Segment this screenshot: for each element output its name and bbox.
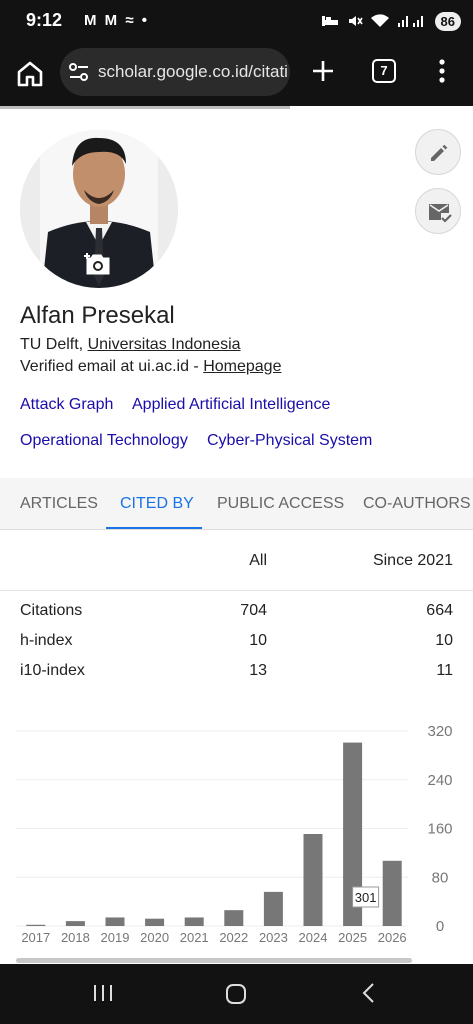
recent-apps-icon	[94, 985, 112, 1001]
bar	[303, 833, 323, 926]
status-time: 9:12	[26, 10, 63, 30]
bed-icon	[321, 14, 339, 28]
tab-switcher-button[interactable]: 7	[372, 59, 396, 83]
pencil-icon	[431, 144, 448, 161]
bar-tooltip-label: 301	[355, 890, 377, 905]
tab-articles[interactable]: ARTICLES	[20, 495, 98, 513]
y-tick-label: 80	[432, 869, 449, 886]
bar	[65, 921, 85, 926]
signal-icon	[397, 14, 427, 28]
site-settings-icon[interactable]	[68, 62, 90, 82]
bar	[184, 917, 204, 926]
interest-link[interactable]: Attack Graph	[20, 396, 113, 414]
interest-link[interactable]: Operational Technology	[20, 432, 188, 450]
y-tick-label: 320	[427, 723, 452, 740]
tab-co-authors[interactable]: CO-AUTHORS	[363, 495, 471, 513]
status-bar: 9:12 M M ≈ • 86	[0, 0, 473, 42]
system-nav-bar	[0, 964, 473, 1024]
bar	[145, 918, 165, 926]
bar	[26, 924, 46, 926]
column-header-since: Since 2021	[372, 552, 453, 569]
stat-since-value: 11	[436, 662, 453, 679]
status-right-icons: 86	[321, 10, 461, 32]
tab-public-access[interactable]: PUBLIC ACCESS	[217, 495, 344, 513]
url-field[interactable]: scholar.google.co.id/citati	[60, 48, 290, 96]
interest-link[interactable]: Applied Artificial Intelligence	[132, 396, 330, 414]
tab-strip: ARTICLES CITED BY PUBLIC ACCESS CO-AUTHO…	[0, 478, 473, 530]
tab-cited-by[interactable]: CITED BY	[120, 495, 194, 513]
back-button[interactable]	[358, 982, 380, 1009]
x-tick-label: 2021	[180, 930, 209, 945]
plus-icon	[313, 61, 333, 81]
interest-link[interactable]: Cyber-Physical System	[207, 432, 372, 450]
home-circle-icon	[226, 984, 246, 1004]
x-tick-label: 2026	[378, 930, 407, 945]
recent-apps-button[interactable]	[92, 982, 114, 1009]
x-tick-label: 2020	[140, 930, 169, 945]
x-tick-label: 2025	[338, 930, 367, 945]
stat-all-value: 13	[249, 662, 267, 679]
chart-scrollbar[interactable]	[16, 958, 412, 963]
stat-label[interactable]: Citations	[20, 602, 82, 620]
y-tick-label: 240	[427, 772, 452, 789]
notification-icons: M M ≈ •	[84, 12, 149, 29]
y-tick-label: 160	[427, 821, 452, 838]
citations-chart-svg: 320 240 160 80 0 2017 2018 2019 2020 2021 2022 2023…	[16, 723, 453, 945]
back-icon	[362, 983, 374, 1003]
home-nav-button[interactable]	[224, 982, 248, 1011]
wifi-icon	[370, 14, 389, 28]
stat-since-value: 10	[435, 632, 453, 649]
url-text: scholar.google.co.id/citati	[98, 62, 288, 81]
stat-label[interactable]: i10-index	[20, 662, 85, 680]
edit-profile-button[interactable]	[415, 129, 461, 175]
bar	[105, 917, 125, 926]
profile-name: Alfan Presekal	[20, 302, 175, 329]
bar	[224, 910, 244, 926]
browser-toolbar: scholar.google.co.id/citati 7	[0, 42, 473, 106]
stat-label[interactable]: h-index	[20, 632, 72, 650]
mute-icon	[347, 13, 363, 29]
browser-menu-button[interactable]	[430, 56, 454, 86]
mail-check-icon	[429, 204, 452, 223]
x-tick-label: 2017	[21, 930, 50, 945]
stats-divider	[0, 590, 473, 591]
x-tick-label: 2023	[259, 930, 288, 945]
citations-chart: 320 240 160 80 0 2017 2018 2019 2020 2021 2022 2023…	[0, 715, 473, 950]
more-vert-icon	[439, 59, 445, 83]
x-tick-label: 2019	[101, 930, 130, 945]
email-prefix: Verified email at ui.ac.id -	[20, 358, 204, 375]
y-tick-label: 0	[436, 918, 444, 935]
x-tick-label: 2018	[61, 930, 90, 945]
follow-button[interactable]	[415, 188, 461, 234]
affiliation-link[interactable]: Universitas Indonesia	[88, 336, 241, 353]
add-photo-icon[interactable]	[84, 252, 112, 281]
new-tab-button[interactable]	[308, 56, 338, 86]
active-tab-indicator	[106, 527, 202, 529]
column-header-all: All	[249, 552, 267, 569]
verified-email: Verified email at ui.ac.id - Homepage	[20, 358, 281, 376]
bar	[382, 860, 402, 926]
bar	[263, 891, 283, 926]
home-button[interactable]	[14, 58, 46, 90]
affiliation-prefix: TU Delft,	[20, 336, 88, 353]
affiliation: TU Delft, Universitas Indonesia	[20, 336, 241, 354]
stat-all-value: 10	[249, 632, 267, 649]
battery-indicator: 86	[434, 11, 461, 31]
page-load-progress	[0, 106, 290, 109]
x-tick-label: 2022	[219, 930, 248, 945]
x-tick-label: 2024	[299, 930, 328, 945]
stat-all-value: 704	[240, 602, 267, 619]
homepage-link[interactable]: Homepage	[203, 358, 281, 375]
stat-since-value: 664	[426, 602, 453, 619]
home-icon	[17, 61, 43, 87]
